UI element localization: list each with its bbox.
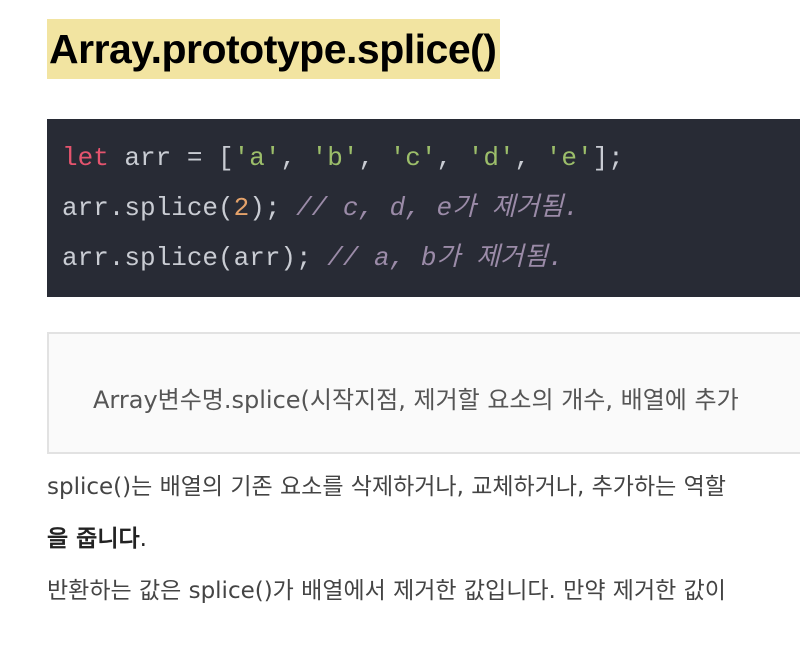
callout-text: Array변수명.splice(시작지점, 제거할 요소의 개수, 배열에 추가 xyxy=(93,386,739,414)
code-text: , xyxy=(436,143,468,173)
code-text: arr.splice(arr); xyxy=(62,243,328,273)
code-line-3: arr.splice(arr); // a, b가 제거됨. xyxy=(47,245,800,295)
code-block: let arr = ['a', 'b', 'c', 'd', 'e']; arr… xyxy=(47,119,800,297)
code-text: ); xyxy=(249,193,297,223)
bold-text: 을 줍니다 xyxy=(47,526,140,552)
code-text: , xyxy=(514,143,546,173)
page-title: Array.prototype.splice() xyxy=(47,19,501,79)
string: 'd' xyxy=(467,143,515,173)
syntax-callout: Array변수명.splice(시작지점, 제거할 요소의 개수, 배열에 추가 xyxy=(47,332,800,454)
code-line-2: arr.splice(2); // c, d, e가 제거됨. xyxy=(47,195,800,245)
paragraph-3: 반환하는 값은 splice()가 배열에서 제거한 값입니다. 만약 제거한 … xyxy=(47,578,726,604)
code-comment: // a, b가 제거됨. xyxy=(327,243,564,273)
paragraph-1: splice()는 배열의 기존 요소를 삭제하거나, 교체하거나, 추가하는 … xyxy=(47,474,726,500)
string: 'e' xyxy=(545,143,593,173)
paragraph-2: 을 줍니다. xyxy=(47,519,147,553)
keyword: let xyxy=(62,143,109,173)
code-text: ]; xyxy=(592,143,624,173)
code-text: arr = [ xyxy=(108,143,234,173)
code-text: , xyxy=(358,143,390,173)
string: 'b' xyxy=(311,143,359,173)
number: 2 xyxy=(233,193,250,223)
string: 'c' xyxy=(389,143,437,173)
string: 'a' xyxy=(233,143,281,173)
code-comment: // c, d, e가 제거됨. xyxy=(296,193,579,223)
paragraph-2-end: . xyxy=(139,526,147,552)
code-text: arr.splice( xyxy=(62,193,234,223)
code-text: , xyxy=(280,143,312,173)
code-line-1: let arr = ['a', 'b', 'c', 'd', 'e']; xyxy=(47,145,800,195)
